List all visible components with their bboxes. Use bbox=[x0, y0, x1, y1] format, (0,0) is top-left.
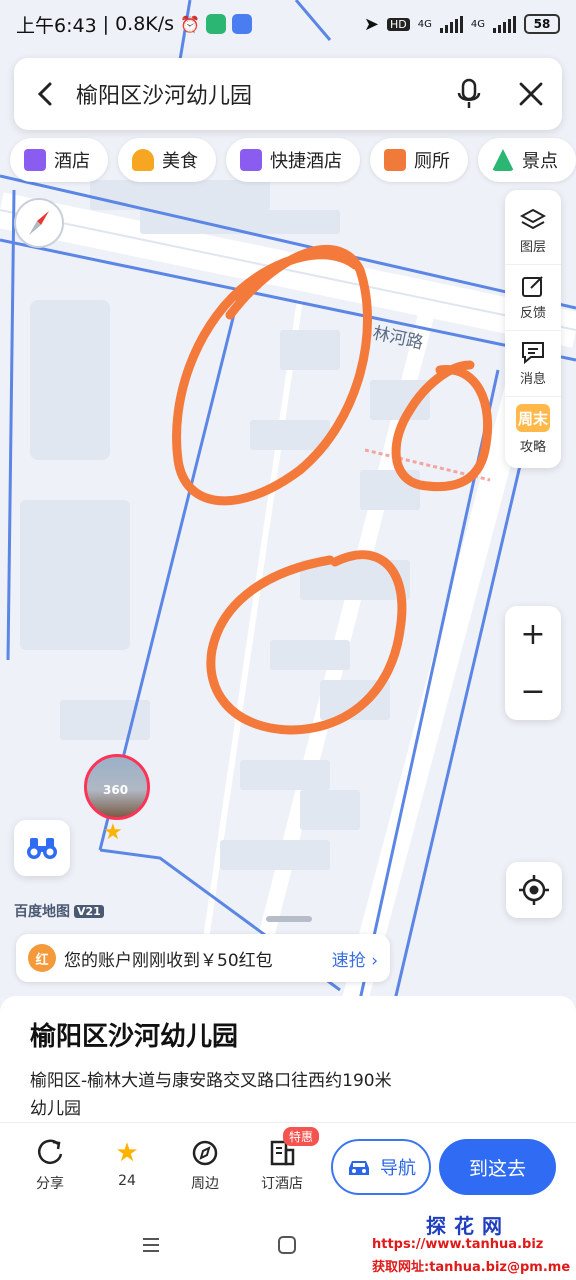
zoom-out-button[interactable]: − bbox=[505, 663, 561, 720]
banner-text: 您的账户刚刚收到￥50红包 bbox=[64, 950, 273, 971]
star-icon: ★ bbox=[115, 1138, 139, 1168]
clear-search-button[interactable] bbox=[500, 82, 562, 106]
watermark-url: https://www.tanhua.biz bbox=[372, 1237, 544, 1252]
status-bar: 上午6:43 | 0.8K/s ⏰ ➤ HD 4G 4G 58 bbox=[0, 0, 576, 48]
zoom-in-button[interactable]: + bbox=[505, 606, 561, 663]
edit-icon bbox=[522, 276, 543, 297]
location-arrow-icon: ➤ bbox=[363, 13, 379, 35]
budget-hotel-icon bbox=[240, 149, 262, 171]
compass-button[interactable] bbox=[14, 198, 64, 248]
place-type: 幼儿园 bbox=[30, 1099, 81, 1119]
scenic-icon bbox=[492, 149, 514, 171]
red-packet-banner[interactable]: 红 您的账户刚刚收到￥50红包 速抢 › bbox=[16, 934, 390, 982]
voice-search-button[interactable] bbox=[438, 78, 500, 110]
chip-hotel[interactable]: 酒店 bbox=[10, 138, 108, 182]
signal-icon bbox=[439, 15, 463, 33]
navigate-button[interactable]: 导航 bbox=[331, 1139, 431, 1195]
red-packet-icon: 红 bbox=[28, 944, 56, 972]
status-speed: 0.8K/s bbox=[115, 13, 175, 35]
food-icon bbox=[132, 149, 154, 171]
special-offer-tag: 特惠 bbox=[283, 1127, 320, 1146]
car-icon bbox=[349, 1161, 369, 1175]
toilet-icon bbox=[384, 149, 406, 171]
back-button[interactable] bbox=[14, 81, 76, 107]
layers-icon bbox=[520, 208, 546, 229]
watermark-brand: 探花网 bbox=[426, 1214, 510, 1238]
book-hotel-button[interactable]: 订酒店 bbox=[252, 1139, 312, 1193]
watermark-email: 获取网址:tanhua.biz@pm.me bbox=[372, 1260, 571, 1275]
place-title: 榆阳区沙河幼儿园 bbox=[30, 1022, 239, 1052]
status-time: 上午6:43 bbox=[16, 14, 97, 37]
chip-budget-hotel[interactable]: 快捷酒店 bbox=[226, 138, 360, 182]
streetview-button[interactable] bbox=[14, 820, 70, 876]
network-type-2: 4G bbox=[470, 18, 485, 30]
nearby-button[interactable]: 周边 bbox=[175, 1139, 235, 1193]
chip-scenic[interactable]: 景点 bbox=[478, 138, 576, 182]
favorite-star-marker[interactable]: ★ bbox=[103, 820, 123, 845]
battery-icon: 58 bbox=[524, 14, 560, 34]
hotel-icon bbox=[24, 149, 46, 171]
search-query[interactable]: 榆阳区沙河幼儿园 bbox=[76, 78, 438, 110]
compass-nearby-icon bbox=[192, 1140, 218, 1166]
app-notification-icon-2 bbox=[231, 14, 252, 34]
microphone-icon bbox=[457, 78, 481, 108]
go-here-button[interactable]: 到这去 bbox=[439, 1139, 556, 1195]
chip-food[interactable]: 美食 bbox=[118, 138, 216, 182]
chevron-left-icon bbox=[37, 82, 52, 106]
map-logo: 百度地图 V21 bbox=[14, 901, 104, 921]
place-address: 榆阳区-榆林大道与康安路交叉路口往西约190米 bbox=[30, 1071, 392, 1091]
locate-me-button[interactable] bbox=[506, 862, 562, 918]
search-bar[interactable]: 榆阳区沙河幼儿园 bbox=[14, 58, 562, 130]
signal-icon-2 bbox=[493, 15, 516, 33]
binoculars-icon bbox=[27, 838, 57, 859]
message-icon bbox=[522, 342, 544, 364]
map-toolbar: 图层 反馈 消息 周末 攻略 bbox=[505, 190, 561, 468]
hd-badge: HD bbox=[387, 17, 410, 31]
compass-icon bbox=[29, 211, 49, 235]
menu-nav-icon[interactable] bbox=[140, 1234, 162, 1260]
home-nav-icon[interactable] bbox=[276, 1234, 298, 1260]
weekend-badge-icon: 周末 bbox=[516, 404, 550, 432]
banner-grab-link[interactable]: 速抢 › bbox=[332, 946, 378, 971]
share-button[interactable]: 分享 bbox=[20, 1139, 80, 1193]
crosshair-icon bbox=[519, 875, 549, 905]
app-notification-icon bbox=[205, 14, 226, 34]
zoom-control: + − bbox=[505, 606, 561, 720]
chip-toilet[interactable]: 厕所 bbox=[370, 138, 468, 182]
alarm-icon: ⏰ bbox=[180, 14, 200, 34]
layers-button[interactable]: 图层 bbox=[505, 198, 561, 264]
feedback-button[interactable]: 反馈 bbox=[505, 264, 561, 330]
sheet-drag-handle[interactable] bbox=[266, 916, 312, 922]
guide-button[interactable]: 周末 攻略 bbox=[505, 396, 561, 462]
favorite-button[interactable]: ★ 24 bbox=[97, 1139, 157, 1189]
category-chips: 酒店 美食 快捷酒店 厕所 景点 bbox=[10, 138, 576, 182]
messages-button[interactable]: 消息 bbox=[505, 330, 561, 396]
share-icon bbox=[37, 1139, 63, 1164]
streetview-thumbnail[interactable]: 360 bbox=[84, 754, 150, 820]
close-icon bbox=[519, 82, 543, 106]
network-type-1: 4G bbox=[417, 18, 432, 30]
streetview-360-badge: 360 bbox=[103, 783, 129, 797]
